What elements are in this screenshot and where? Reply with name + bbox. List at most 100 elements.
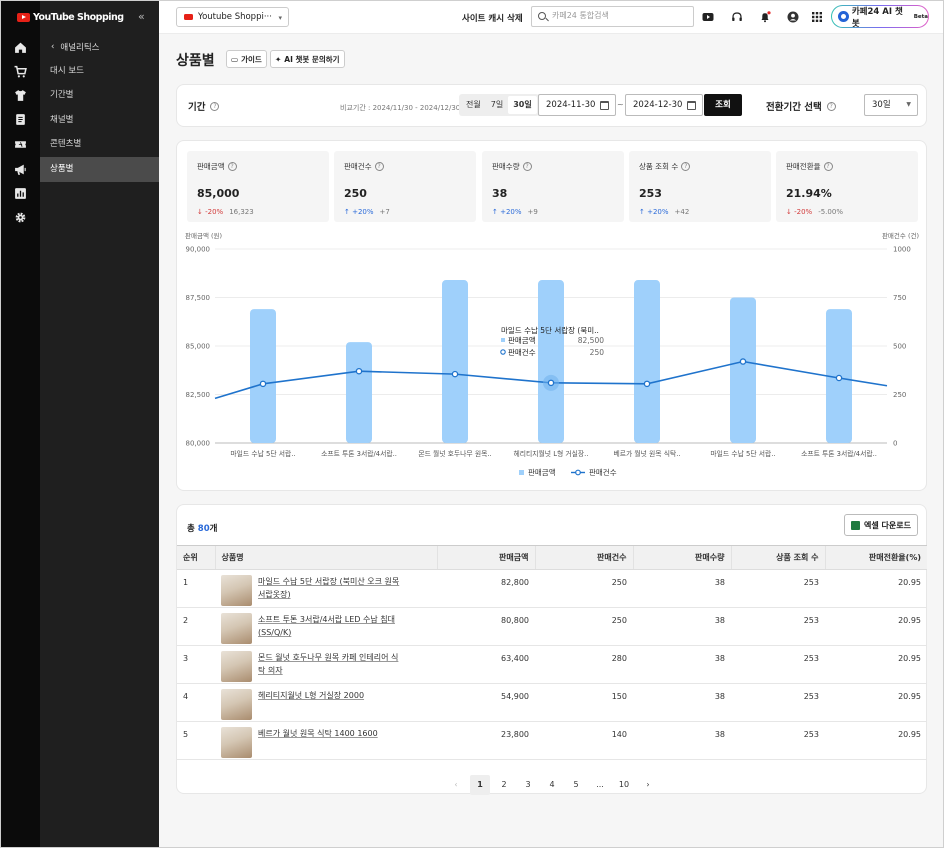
kpi-conversion-rate: 판매전환율? 21.94% ↓ -20% -5.00% [776,151,918,222]
table-row[interactable]: 5 베르가 월넛 원목 식탁 1400 1600 23,800 140 38 253 20.… [177,721,927,760]
product-name-link[interactable]: 몬드 월넛 호두나무 원목 카페 인테리어 식탁 의자 [258,651,400,682]
kpi-change-value: +20% [352,208,374,216]
product-name-link[interactable]: 베르가 월넛 원목 식탁 1400 1600 [258,727,400,758]
help-icon[interactable]: ? [227,162,237,171]
ticket-icon[interactable] [14,138,27,151]
y-tick-left: 82,500 [186,391,211,399]
nav-item-product[interactable]: 상품별 [40,157,159,182]
query-button[interactable]: 조회 [704,94,742,116]
col-rank[interactable]: 순위 [177,545,215,570]
table-row[interactable]: 4 헤리티지월넛 L형 거실장 2000 54,900 150 38 253 20.95 [177,683,927,722]
tooltip-row-value: 250 [590,348,605,357]
youtube-icon[interactable] [702,11,714,23]
help-icon[interactable]: ? [826,101,836,111]
shop-select[interactable]: Youtube Shoppi··· ▾ [176,7,289,27]
col-rate[interactable]: 판매전환율(%) [824,545,927,570]
product-thumbnail[interactable] [221,575,252,606]
product-name-link[interactable]: 헤리티지월넛 L형 거실장 2000 [258,689,400,720]
preset-7d[interactable]: 7일 [486,96,508,114]
table-row[interactable]: 2 소프트 투톤 3서랍/4서랍 LED 수납 침대 (SS/Q/K) 80,800… [177,607,927,646]
cart-icon[interactable] [14,65,27,78]
page-1[interactable]: 1 [470,775,490,795]
legend-label: 판매금액 [528,467,556,477]
cell-rank: 5 [177,721,215,760]
product-thumbnail[interactable] [221,651,252,682]
col-views[interactable]: 상품 조회 수 [730,545,825,570]
shirt-icon[interactable] [14,89,27,102]
megaphone-icon[interactable] [14,163,27,176]
product-thumbnail[interactable] [221,613,252,644]
double-chevron-left-icon[interactable]: « [138,10,145,23]
kpi-label: 판매금액 [197,162,225,171]
table-row[interactable]: 3 몬드 월넛 호두나무 원목 카페 인테리어 식탁 의자 63,400 280 38 2… [177,645,927,684]
x-tick-label: 베르가 월넛 원목 식탁.. [613,449,680,458]
tooltip-title: 마일드 수납 5단 서랍장 (북미.. [501,325,599,335]
cache-delete-link[interactable]: 사이트 캐시 삭제 [462,12,523,24]
bar-chart-icon[interactable] [14,187,27,200]
gear-icon[interactable] [14,211,27,224]
product-table-card: 총 80개 엑셀 다운로드 순위 상품명 판매금액 판매건수 판매수량 상품 조… [176,504,927,795]
page-10[interactable]: 10 [614,775,634,795]
brand-logo[interactable]: YouTube Shopping [17,10,124,24]
guide-button[interactable]: ▭ 가이드 [226,50,267,68]
page-2[interactable]: 2 [494,775,514,795]
x-tick-label: 헤리티지월넛 L형 거실장.. [514,449,589,458]
ai-chatbot-button[interactable]: 카페24 AI 챗봇 Beta [831,5,929,29]
nav-item-channel[interactable]: 채널별 [40,108,159,133]
col-product[interactable]: 상품명 [214,545,437,570]
table-row[interactable]: 1 마일드 수납 5단 서랍장 (북미산 오크 원목 서랍옷장) 82,800 250… [177,569,927,608]
help-icon[interactable]: ? [522,162,532,171]
help-icon[interactable]: ? [681,162,691,171]
page-5[interactable]: 5 [566,775,586,795]
global-search [531,6,694,27]
nav-item-content[interactable]: 콘텐츠별 [40,132,159,157]
conversion-label: 전환기간 선택? [766,99,836,113]
col-qty[interactable]: 판매수량 [632,545,731,570]
apps-grid-icon[interactable] [811,11,823,23]
line-point [259,380,267,388]
search-input[interactable] [552,11,687,20]
kpi-value: 38 [492,187,508,200]
nav-back-button[interactable]: ‹ 애널리틱스 [51,41,100,53]
arrow-up-icon: ↑ [639,208,645,216]
kpi-sales-amount: 판매금액? 85,000 ↓ -20% 16,323 [187,151,329,222]
preset-30d[interactable]: 30일 [508,96,537,114]
prev-page-button[interactable]: ‹ [446,775,466,795]
kpi-abs-change: +7 [379,208,390,216]
y-axis-right-label: 판매건수 (건) [882,231,919,240]
product-thumbnail[interactable] [221,689,252,720]
home-icon[interactable] [14,41,27,54]
conversion-select[interactable]: 30일 ▼ [864,94,918,116]
bell-icon[interactable] [759,11,771,23]
period-label: 기간? [188,99,220,113]
help-icon[interactable]: ? [823,162,833,171]
col-count[interactable]: 판매건수 [534,545,633,570]
cell-count: 250 [535,569,633,608]
product-name-link[interactable]: 마일드 수납 5단 서랍장 (북미산 오크 원목 서랍옷장) [258,575,400,606]
product-name-link[interactable]: 소프트 투톤 3서랍/4서랍 LED 수납 침대 (SS/Q/K) [258,613,400,644]
next-page-button[interactable]: › [638,775,658,795]
cell-product: 베르가 월넛 원목 식탁 1400 1600 [215,721,437,760]
headset-icon[interactable] [731,11,743,23]
nav-item-dashboard[interactable]: 대시 보드 [40,59,159,84]
chevron-down-icon: ▼ [906,101,911,108]
nav-item-period[interactable]: 기간별 [40,83,159,108]
bar [442,280,468,443]
end-date-input[interactable]: 2024-12-30 [625,94,703,116]
excel-download-label: 엑셀 다운로드 [864,520,911,530]
start-date-input[interactable]: 2024-11-30 [538,94,616,116]
help-icon[interactable]: ? [374,162,384,171]
cell-rank: 2 [177,607,215,646]
document-icon[interactable] [14,113,27,126]
product-thumbnail[interactable] [221,727,252,758]
user-icon[interactable] [787,11,799,23]
col-amount[interactable]: 판매금액 [436,545,535,570]
page-3[interactable]: 3 [518,775,538,795]
excel-download-button[interactable]: 엑셀 다운로드 [844,514,918,536]
ai-ask-button[interactable]: ✦ AI 챗봇 문의하기 [270,50,345,68]
help-icon[interactable]: ? [210,101,220,111]
preset-last-month[interactable]: 전월 [461,96,486,114]
cell-amount: 82,800 [437,569,535,608]
line-point [355,367,363,375]
page-4[interactable]: 4 [542,775,562,795]
